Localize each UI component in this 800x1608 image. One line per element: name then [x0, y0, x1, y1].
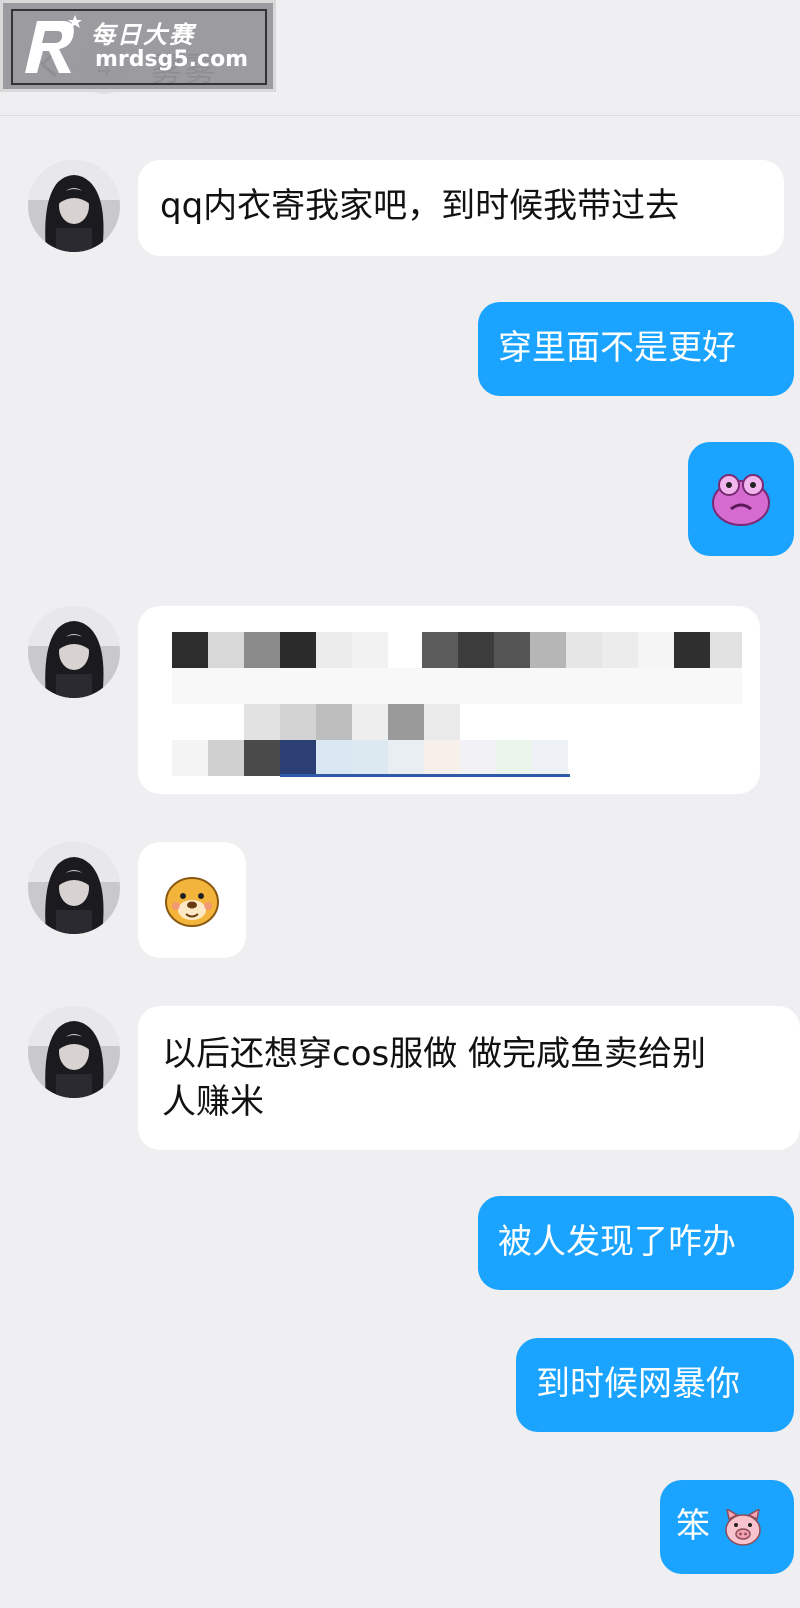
contact-avatar[interactable]	[28, 842, 120, 934]
pink-frog-face-icon	[712, 474, 770, 526]
anime-girl-avatar-icon	[28, 842, 120, 934]
contact-avatar[interactable]	[28, 606, 120, 698]
pixelated-censored-image	[172, 632, 742, 782]
pig-face-icon	[725, 1508, 761, 1546]
sticker-bubble-outgoing[interactable]	[688, 442, 794, 556]
dog-face-icon	[165, 877, 219, 927]
message-bubble-incoming[interactable]: 以后还想穿cos服做 做完咸鱼卖给别 人赚米	[138, 1006, 800, 1150]
message-text: 笨	[676, 1506, 710, 1546]
message-bubble-outgoing[interactable]: 到时候网暴你	[516, 1338, 794, 1432]
anime-girl-avatar-icon	[28, 1006, 120, 1098]
contact-avatar[interactable]	[28, 1006, 120, 1098]
message-bubble-outgoing[interactable]: 被人发现了咋办	[478, 1196, 794, 1290]
anime-girl-avatar-icon	[28, 160, 120, 252]
message-bubble-incoming[interactable]: qq内衣寄我家吧，到时候我带过去	[138, 160, 784, 256]
watermark-title: 每日大赛	[91, 21, 195, 49]
r-logo-icon	[25, 15, 82, 73]
censored-image-bubble[interactable]	[138, 606, 760, 794]
contact-avatar[interactable]	[28, 160, 120, 252]
message-line: 人赚米	[162, 1082, 264, 1122]
site-watermark: 每日大赛 mrdsg5.com	[0, 0, 276, 92]
message-line: 以后还想穿cos服做 做完咸鱼卖给别	[162, 1034, 707, 1074]
anime-girl-avatar-icon	[28, 606, 120, 698]
watermark-url: mrdsg5.com	[95, 47, 249, 72]
sticker-bubble-incoming[interactable]	[138, 842, 246, 958]
message-bubble-outgoing[interactable]: 穿里面不是更好	[478, 302, 794, 396]
header-divider	[0, 115, 800, 116]
message-bubble-outgoing[interactable]: 笨	[660, 1480, 794, 1574]
